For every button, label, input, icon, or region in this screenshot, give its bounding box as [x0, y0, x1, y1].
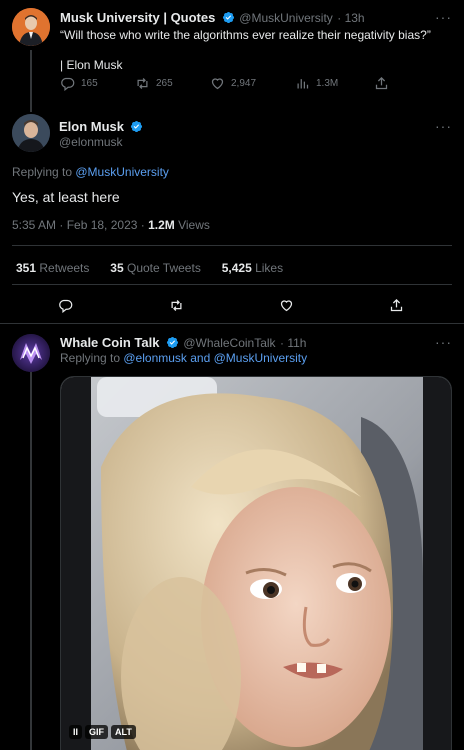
- pause-badge[interactable]: II: [69, 725, 83, 739]
- likes-count: 5,425: [221, 261, 252, 275]
- share-button[interactable]: [389, 298, 404, 313]
- tweet-stats: 351 Retweets 35 Quote Tweets 5,425 Likes: [16, 259, 283, 277]
- avatar-portrait-icon: [12, 8, 50, 46]
- handle[interactable]: @elonmusk: [59, 135, 123, 149]
- gif-image: [61, 377, 451, 750]
- replying-prefix: Replying to: [60, 351, 124, 365]
- retweet-icon: [171, 299, 182, 311]
- reply-button[interactable]: 165: [60, 76, 98, 91]
- timestamp[interactable]: · 11h: [280, 336, 306, 350]
- share-icon: [390, 298, 403, 311]
- divider: [12, 245, 452, 246]
- reply-icon: [61, 77, 75, 91]
- more-options-icon[interactable]: ···: [435, 334, 452, 350]
- gif-badge: GIF: [85, 725, 109, 739]
- retweet-button[interactable]: 265: [135, 76, 173, 91]
- tweet-header: Musk University | Quotes @MuskUniversity…: [60, 9, 365, 29]
- replying-to: Replying to @elonmusk and @MuskUniversit…: [60, 351, 307, 365]
- media-badges: II GIF ALT: [69, 725, 136, 739]
- retweets-stat[interactable]: 351 Retweets: [16, 259, 89, 276]
- views-button[interactable]: 1.3M: [295, 76, 338, 91]
- reply-icon: [59, 299, 73, 313]
- tweet-text: Yes, at least here: [12, 189, 120, 205]
- share-icon: [375, 76, 388, 89]
- views-count: 1.3M: [316, 77, 339, 89]
- analytics-icon: [297, 78, 309, 88]
- quotes-count: 35: [110, 261, 124, 275]
- tweet-actions: [0, 296, 464, 314]
- heart-icon: [211, 77, 224, 89]
- handle[interactable]: @MuskUniversity: [239, 11, 333, 25]
- retweet-count: 265: [156, 77, 173, 89]
- display-name[interactable]: Musk University | Quotes: [60, 10, 215, 25]
- quotes-label: Quote Tweets: [123, 261, 201, 275]
- tweet-meta: 5:35 AM · Feb 18, 2023 · 1.2M Views: [12, 218, 210, 232]
- display-name[interactable]: Elon Musk: [59, 119, 124, 134]
- alt-badge[interactable]: ALT: [111, 725, 136, 739]
- verified-badge-icon: [130, 120, 143, 138]
- retweet-button[interactable]: [169, 298, 184, 313]
- retweet-icon: [137, 77, 148, 89]
- display-name[interactable]: Whale Coin Talk: [60, 335, 159, 350]
- whale-logo-icon: [12, 334, 50, 372]
- replying-to: Replying to @MuskUniversity: [12, 165, 169, 179]
- divider: [0, 323, 464, 324]
- media-gif[interactable]: II GIF ALT: [60, 376, 452, 750]
- replying-to-link[interactable]: @MuskUniversity: [75, 165, 169, 179]
- tweet-text: “Will those who write the algorithms eve…: [60, 28, 431, 42]
- like-button[interactable]: 2,947: [210, 76, 256, 91]
- quotes-stat[interactable]: 35 Quote Tweets: [110, 259, 201, 276]
- avatar[interactable]: [12, 114, 50, 152]
- avatar-portrait-icon: [12, 114, 50, 152]
- views-count: 1.2M: [148, 218, 175, 232]
- avatar[interactable]: [12, 334, 50, 372]
- handle[interactable]: @WhaleCoinTalk: [183, 336, 275, 350]
- likes-label: Likes: [251, 261, 284, 275]
- likes-stat[interactable]: 5,425 Likes: [222, 259, 283, 276]
- retweets-label: Retweets: [36, 261, 90, 275]
- views-label: Views: [174, 218, 210, 232]
- retweets-count: 351: [16, 261, 37, 275]
- replying-to-link[interactable]: @elonmusk and @MuskUniversity: [123, 351, 307, 365]
- replying-prefix: Replying to: [12, 165, 76, 179]
- like-count: 2,947: [231, 77, 257, 89]
- timestamp[interactable]: 5:35 AM · Feb 18, 2023 ·: [12, 218, 148, 232]
- avatar[interactable]: [12, 8, 50, 46]
- more-options-icon[interactable]: ···: [435, 9, 452, 25]
- thread-line: [30, 50, 32, 112]
- heart-icon: [280, 299, 293, 311]
- reply-button[interactable]: [58, 298, 73, 313]
- timestamp[interactable]: · 13h: [337, 11, 364, 25]
- more-options-icon[interactable]: ···: [435, 118, 452, 134]
- divider: [12, 284, 452, 285]
- thread-line: [30, 372, 32, 750]
- tweet-attribution: | Elon Musk: [60, 58, 123, 72]
- reply-count: 165: [81, 77, 98, 89]
- share-button[interactable]: [374, 76, 389, 91]
- like-button[interactable]: [279, 298, 294, 313]
